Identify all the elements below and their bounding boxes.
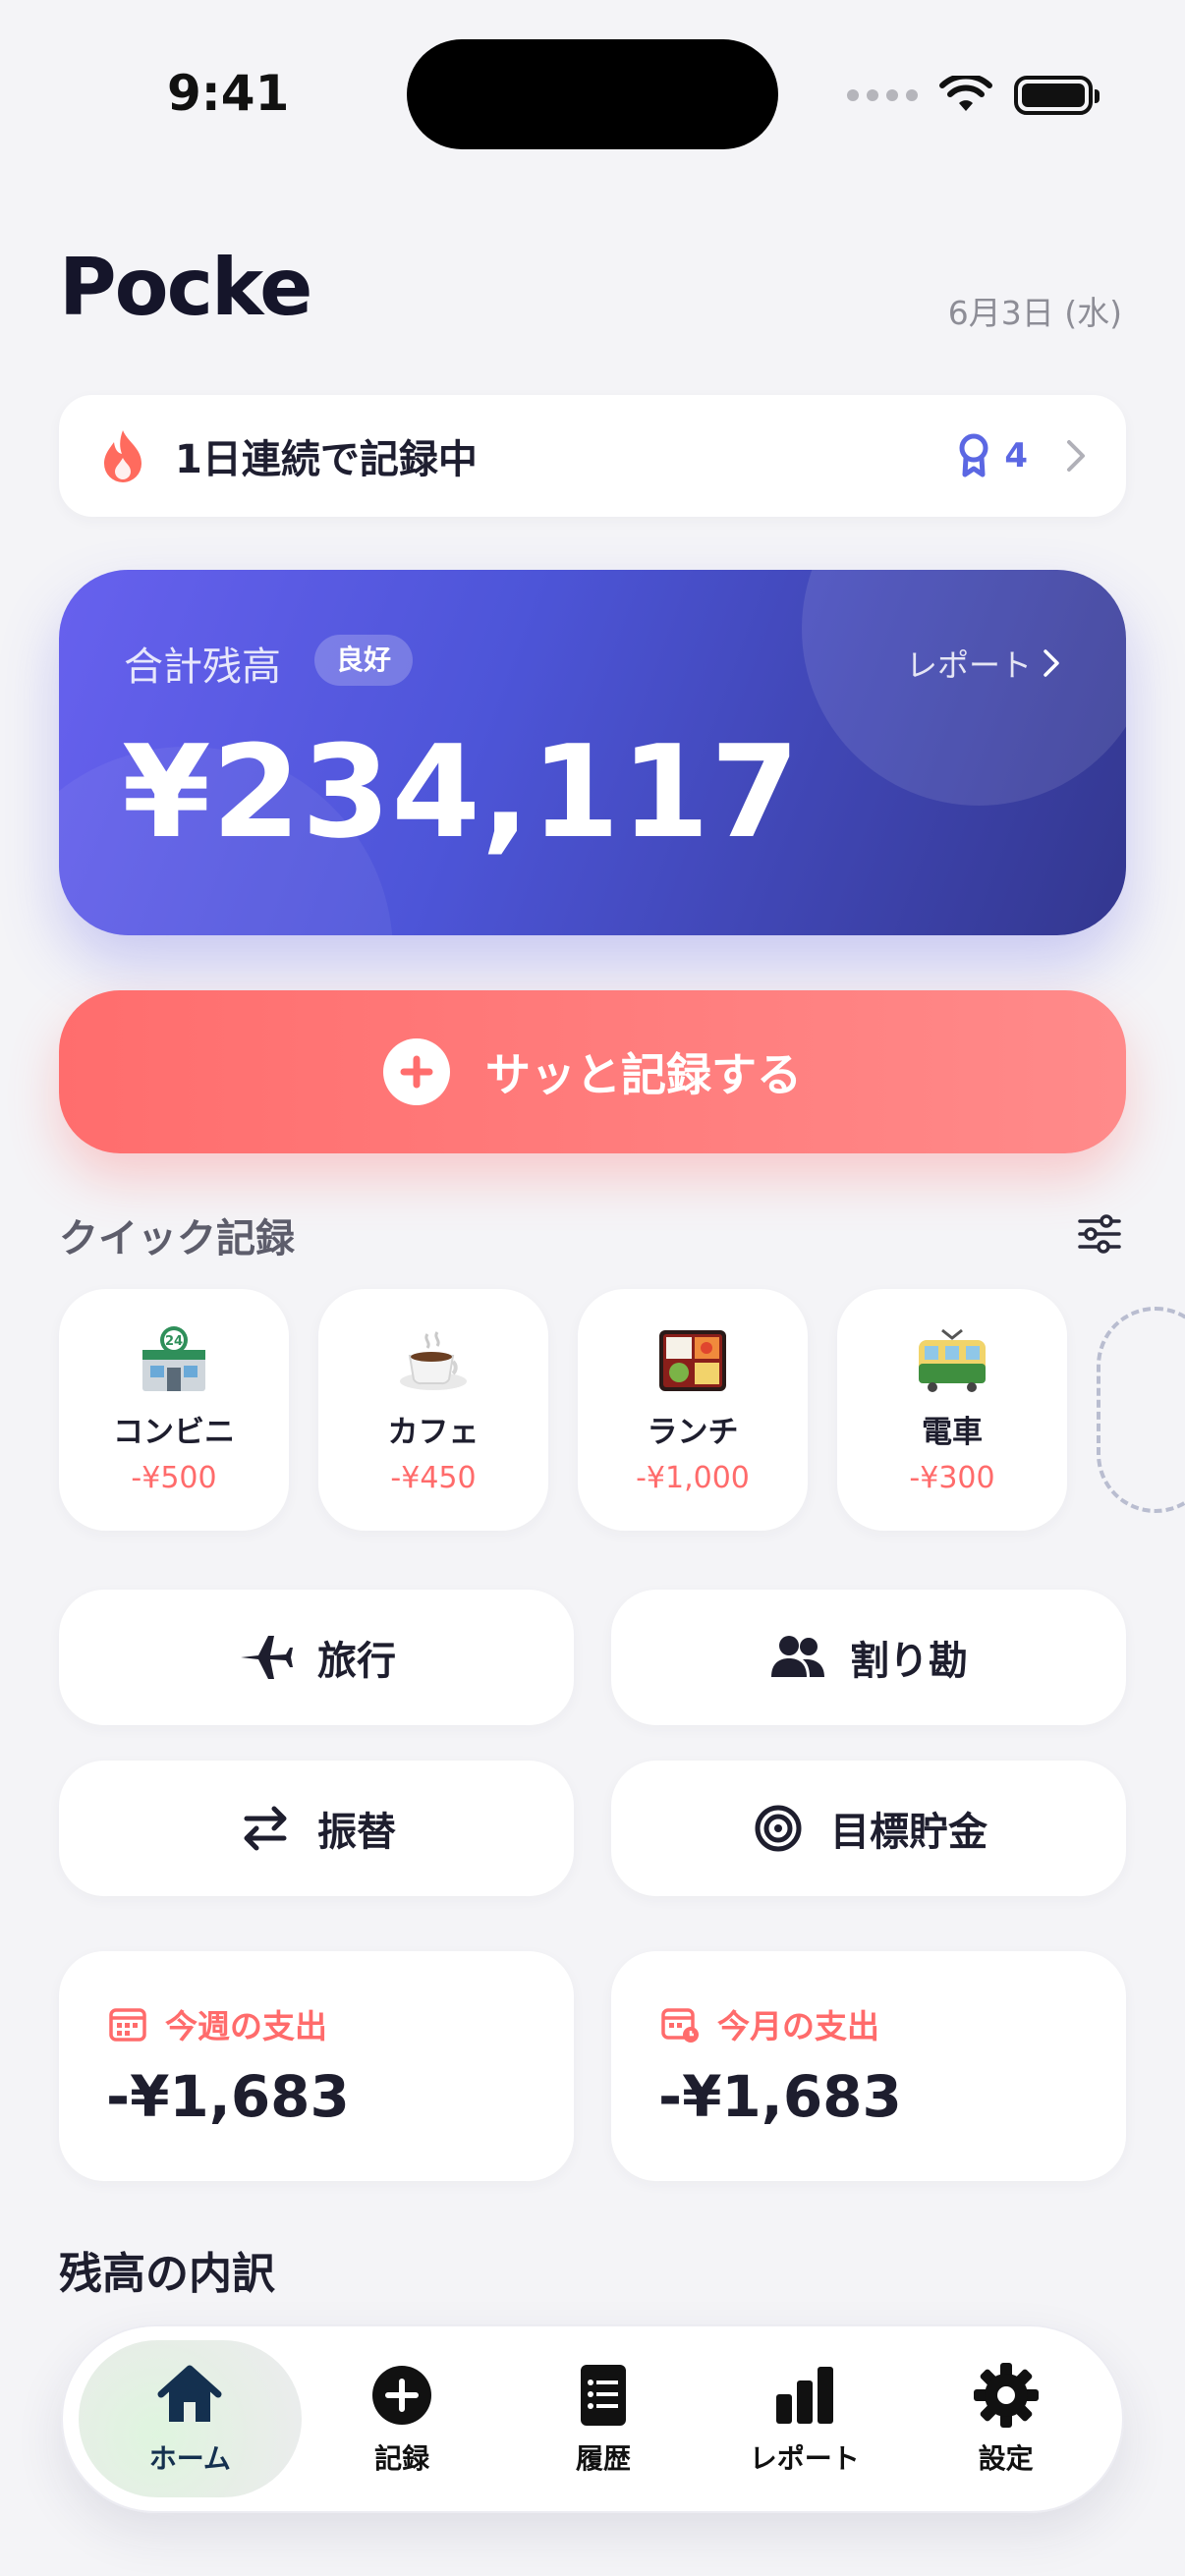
quick-item-cafe[interactable]: カフェ -¥450 [318, 1289, 548, 1531]
tab-settings[interactable]: 設定 [905, 2340, 1106, 2497]
plus-circle-icon [372, 2366, 432, 2425]
balance-breakdown-title: 残高の内訳 [59, 2249, 275, 2299]
quick-item-price: -¥300 [909, 1461, 995, 1495]
chevron-right-icon [1044, 649, 1059, 677]
quick-item-name: カフェ [387, 1415, 480, 1450]
streak-banner[interactable]: 1日連続で記録中 4 [59, 395, 1126, 517]
tab-label: 設定 [978, 2442, 1034, 2475]
wifi-icon [939, 76, 992, 111]
quick-item-price: -¥450 [390, 1461, 477, 1495]
bar-chart-icon [775, 2367, 833, 2424]
decorative-circle [802, 570, 1126, 806]
tab-report[interactable]: レポート [704, 2340, 905, 2497]
target-icon [755, 1805, 802, 1852]
quick-item-train[interactable]: 電車 -¥300 [837, 1289, 1067, 1531]
tab-record[interactable]: 記録 [302, 2340, 503, 2497]
quick-item-convenience[interactable]: 24 コンビニ -¥500 [59, 1289, 289, 1531]
travel-button[interactable]: 旅行 [59, 1590, 574, 1725]
quick-item-price: -¥500 [131, 1461, 217, 1495]
quick-record-label: サッと記録する [485, 1048, 802, 1101]
quick-item-lunch[interactable]: ランチ -¥1,000 [578, 1289, 808, 1531]
status-icons [847, 69, 1100, 122]
weekly-spending-amount: -¥1,683 [106, 2063, 350, 2130]
streak-label: 1日連続で記録中 [175, 437, 478, 482]
tab-label: 記録 [374, 2442, 430, 2475]
status-time: 9:41 [167, 65, 290, 122]
savings-goal-button[interactable]: 目標貯金 [611, 1761, 1126, 1896]
balance-card: 合計残高 良好 レポート ¥234,117 [59, 570, 1126, 935]
calendar-clock-icon [661, 2008, 699, 2043]
award-ribbon-icon [959, 433, 988, 477]
calendar-icon [109, 2008, 146, 2042]
home-icon [157, 2365, 222, 2422]
list-icon [580, 2365, 626, 2426]
transfer-arrows-icon [244, 1806, 287, 1851]
add-quick-item-button[interactable] [1097, 1307, 1185, 1513]
quick-item-name: ランチ [647, 1415, 739, 1450]
savings-goal-label: 目標貯金 [830, 1810, 988, 1855]
split-bill-button[interactable]: 割り勘 [611, 1590, 1126, 1725]
monthly-spending-card[interactable]: 今月の支出 -¥1,683 [611, 1951, 1126, 2181]
transfer-button[interactable]: 振替 [59, 1761, 574, 1896]
tab-bar: ホーム 記録 履歴 レポート 設定 [61, 2324, 1124, 2513]
dynamic-island [407, 39, 778, 149]
monthly-spending-amount: -¥1,683 [658, 2063, 902, 2130]
tab-label: 履歴 [575, 2442, 631, 2475]
people-icon [771, 1636, 824, 1677]
quick-record-list: 24 コンビニ -¥500 カフェ -¥450 ランチ -¥1,000 電車 -… [59, 1289, 1067, 1531]
battery-icon [1014, 76, 1100, 115]
quick-item-name: コンビニ [113, 1415, 235, 1450]
gear-icon [973, 2363, 1039, 2428]
chevron-right-icon [1067, 440, 1085, 472]
app-title: Pocke [59, 242, 312, 333]
report-link-label: レポート [905, 646, 1032, 684]
flame-icon [104, 430, 141, 482]
status-badge: 良好 [314, 635, 414, 686]
split-bill-label: 割り勘 [850, 1639, 968, 1684]
balance-label: 合計残高 [124, 644, 281, 690]
convenience-store-icon: 24 [142, 1326, 205, 1391]
quick-record-button[interactable]: サッと記録する [59, 990, 1126, 1153]
bento-box-icon [659, 1330, 726, 1391]
quick-record-title: クイック記録 [59, 1216, 295, 1261]
today-date: 6月3日 (水) [947, 294, 1122, 332]
travel-label: 旅行 [317, 1639, 396, 1684]
monthly-spending-label: 今月の支出 [717, 2007, 879, 2045]
transfer-label: 振替 [317, 1810, 396, 1855]
tab-history[interactable]: 履歴 [503, 2340, 705, 2497]
quick-item-name: 電車 [922, 1415, 983, 1450]
weekly-spending-label: 今週の支出 [165, 2007, 327, 2045]
quick-item-price: -¥1,000 [636, 1461, 750, 1495]
tab-label: レポート [749, 2442, 860, 2475]
sliders-icon[interactable] [1077, 1214, 1122, 1254]
balance-amount: ¥234,117 [122, 717, 801, 867]
coffee-cup-icon [400, 1331, 467, 1390]
airplane-icon [241, 1636, 293, 1679]
signal-dots-icon [847, 89, 918, 101]
plus-icon [383, 1038, 450, 1105]
badge-count: 4 [1004, 436, 1028, 476]
weekly-spending-card[interactable]: 今週の支出 -¥1,683 [59, 1951, 574, 2181]
tab-label: ホーム [148, 2442, 231, 2475]
report-link[interactable]: レポート [906, 641, 1061, 686]
train-icon [919, 1328, 986, 1392]
tab-home[interactable]: ホーム [79, 2340, 302, 2497]
svg-text:24: 24 [165, 1334, 183, 1349]
